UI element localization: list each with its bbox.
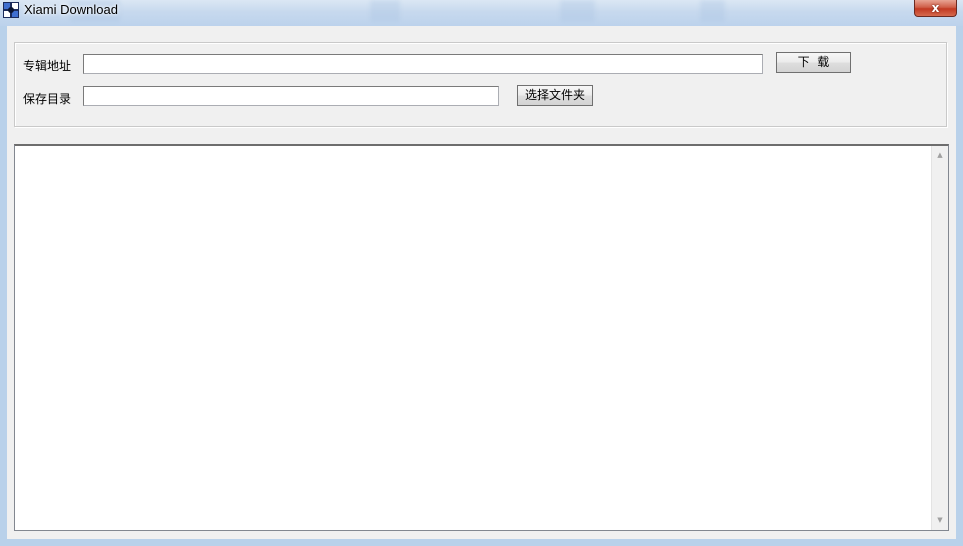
save-dir-input[interactable] <box>83 86 499 106</box>
log-textarea[interactable]: ▲ ▼ <box>14 144 949 531</box>
album-url-label: 专辑地址 <box>23 59 72 73</box>
album-url-input[interactable] <box>83 54 763 74</box>
download-button[interactable]: 下 载 <box>776 52 851 73</box>
close-button[interactable]: x <box>914 0 957 17</box>
save-dir-label: 保存目录 <box>23 92 72 106</box>
download-button-label: 下 载 <box>797 55 830 69</box>
close-icon: x <box>931 1 940 15</box>
choose-folder-button[interactable]: 选择文件夹 <box>517 85 593 106</box>
window-title: Xiami Download <box>24 2 118 17</box>
client-area: 专辑地址 下 载 保存目录 选择文件夹 ▲ ▼ <box>7 26 956 539</box>
app-icon <box>3 2 19 18</box>
title-bar[interactable]: Xiami Download x <box>0 0 963 26</box>
vertical-scrollbar[interactable]: ▲ ▼ <box>931 146 948 530</box>
app-window: Xiami Download x 专辑地址 下 载 保存目录 选择文件夹 ▲ ▼ <box>0 0 963 546</box>
choose-folder-button-label: 选择文件夹 <box>524 88 585 102</box>
scroll-up-arrow-icon[interactable]: ▲ <box>932 147 948 164</box>
scroll-down-arrow-icon[interactable]: ▼ <box>932 512 948 529</box>
